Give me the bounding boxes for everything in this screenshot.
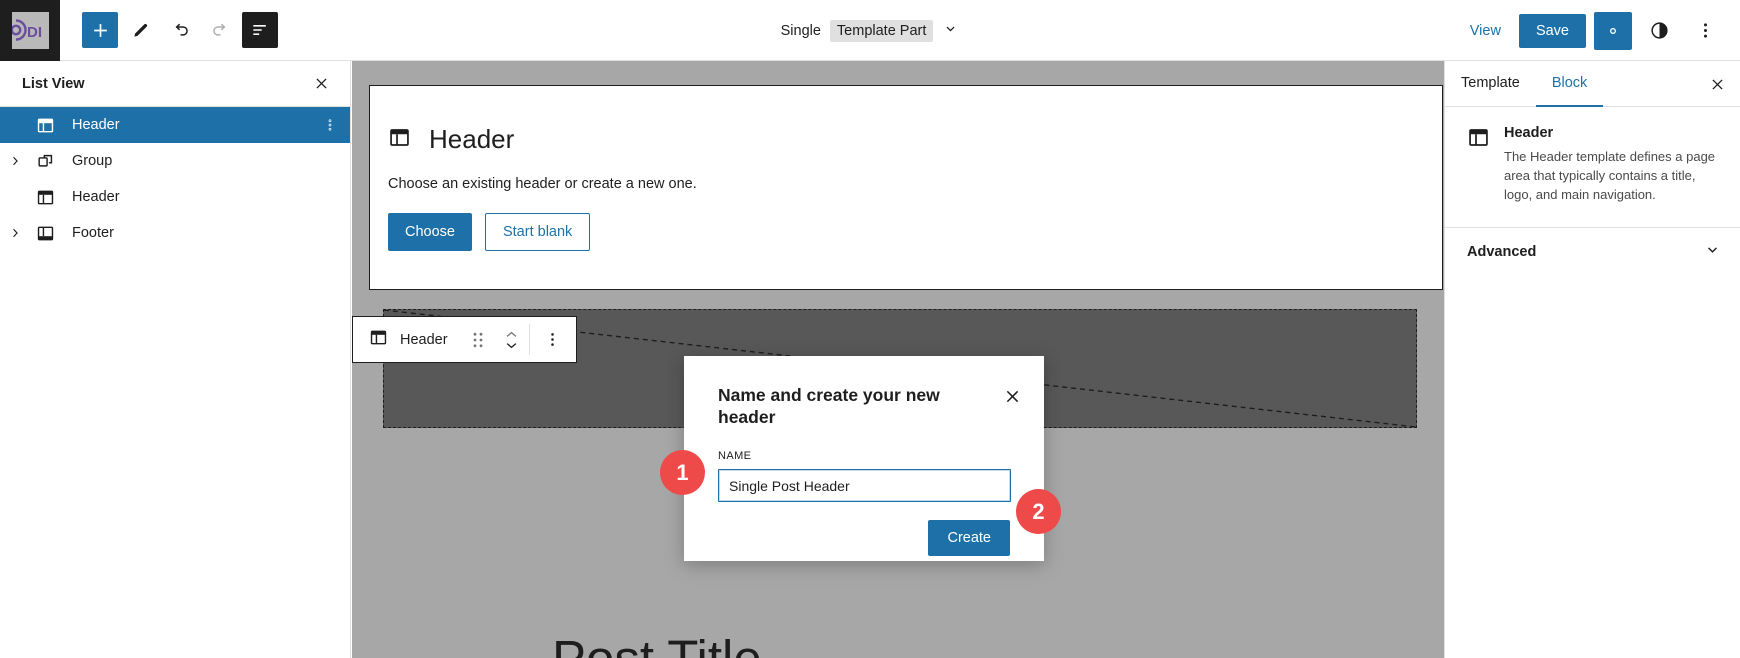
header-block-icon [30,116,60,135]
step-badge-2: 2 [1016,489,1061,534]
block-toolbar-label: Header [400,331,448,348]
block-info-description: The Header template defines a page area … [1504,149,1716,202]
list-view-toggle-button[interactable] [242,12,278,48]
block-type-button[interactable]: Header [353,317,461,362]
modal-actions: Create [684,502,1044,557]
close-icon[interactable] [998,382,1026,410]
list-view-item-label: Footer [72,225,114,241]
chevron-down-icon[interactable] [942,20,959,42]
create-header-modal: Name and create your new header NAME Cre… [684,356,1044,561]
list-view-sidebar: List View Header Group Header Footer [0,61,351,658]
top-bar-left-tools [60,12,278,48]
editor-top-bar: DI Single Template Part View Save [0,0,1740,61]
group-block-icon [30,152,60,171]
list-view-item-label: Header [72,117,120,133]
top-bar-right-tools: View Save [1460,0,1724,61]
save-button[interactable]: Save [1518,13,1586,48]
block-toolbar: Header [352,316,577,363]
chevron-right-icon[interactable] [0,226,30,240]
list-view-header: List View [0,61,350,107]
svg-text:DI: DI [27,24,42,41]
view-link[interactable]: View [1460,17,1511,45]
create-button[interactable]: Create [928,520,1010,557]
block-info-card: Header The Header template defines a pag… [1445,107,1740,205]
block-options-icon[interactable] [530,317,576,362]
chevron-down-icon [1703,240,1722,264]
settings-gear-icon[interactable] [1594,11,1632,50]
chevron-right-icon[interactable] [0,154,30,168]
close-icon[interactable] [1702,69,1732,99]
list-view-item-header-2[interactable]: Header [0,179,350,215]
tab-template[interactable]: Template [1445,61,1536,107]
drag-handle-icon[interactable] [461,317,495,362]
site-logo-icon: DI [11,11,49,49]
placeholder-heading-row: Header [370,86,1442,155]
template-part-chip: Template Part [829,19,934,42]
list-view-item-label: Group [72,153,113,169]
post-title-text: Post Title [552,629,762,658]
settings-sidebar: Template Block Header The Header templat… [1444,61,1740,658]
document-type-label: Single [780,22,821,39]
block-info-text: Header The Header template defines a pag… [1504,125,1718,205]
header-block-icon [369,328,388,352]
list-view-item-footer-3[interactable]: Footer [0,215,350,251]
name-field-label: NAME [718,450,752,463]
list-view-item-label: Header [72,189,120,205]
advanced-panel-title: Advanced [1467,243,1537,260]
placeholder-description: Choose an existing header or create a ne… [388,176,697,192]
modal-header: Name and create your new header [684,356,1044,428]
footer-block-icon [30,224,60,243]
tools-pencil-button[interactable] [122,12,158,48]
styles-contrast-icon[interactable] [1640,12,1678,50]
undo-button[interactable] [162,12,198,48]
settings-tabs: Template Block [1445,61,1740,107]
placeholder-heading: Header [429,124,515,154]
step-badge-1: 1 [660,450,705,495]
list-view-item-group-1[interactable]: Group [0,143,350,179]
more-options-icon[interactable] [1686,12,1724,50]
site-logo-button[interactable]: DI [0,0,60,61]
chevron-up-icon [506,331,517,337]
list-view-title: List View [22,75,85,92]
header-block-icon [30,188,60,207]
advanced-panel-toggle[interactable]: Advanced [1445,226,1740,276]
modal-title: Name and create your new header [718,385,940,428]
list-view-rows: Header Group Header Footer [0,107,350,251]
chevron-down-icon [506,342,517,348]
placeholder-buttons: Choose Start blank [370,192,1442,251]
header-block-icon [1467,126,1490,205]
tab-block[interactable]: Block [1535,61,1604,107]
close-icon[interactable] [306,69,336,99]
list-view-item-header-0[interactable]: Header [0,107,350,143]
header-block-icon [388,126,411,154]
start-blank-button[interactable]: Start blank [484,213,591,251]
wordpress-site-editor: DI Single Template Part View Save List V… [0,0,1740,658]
name-input[interactable] [718,469,1011,503]
add-block-button[interactable] [82,12,118,48]
block-mover-buttons[interactable] [495,317,529,362]
block-info-title: Header [1504,125,1554,141]
redo-button[interactable] [202,12,238,48]
list-item-options-icon[interactable] [318,117,342,133]
header-placeholder-block: Header Choose an existing header or crea… [369,85,1443,290]
choose-button[interactable]: Choose [388,213,472,251]
